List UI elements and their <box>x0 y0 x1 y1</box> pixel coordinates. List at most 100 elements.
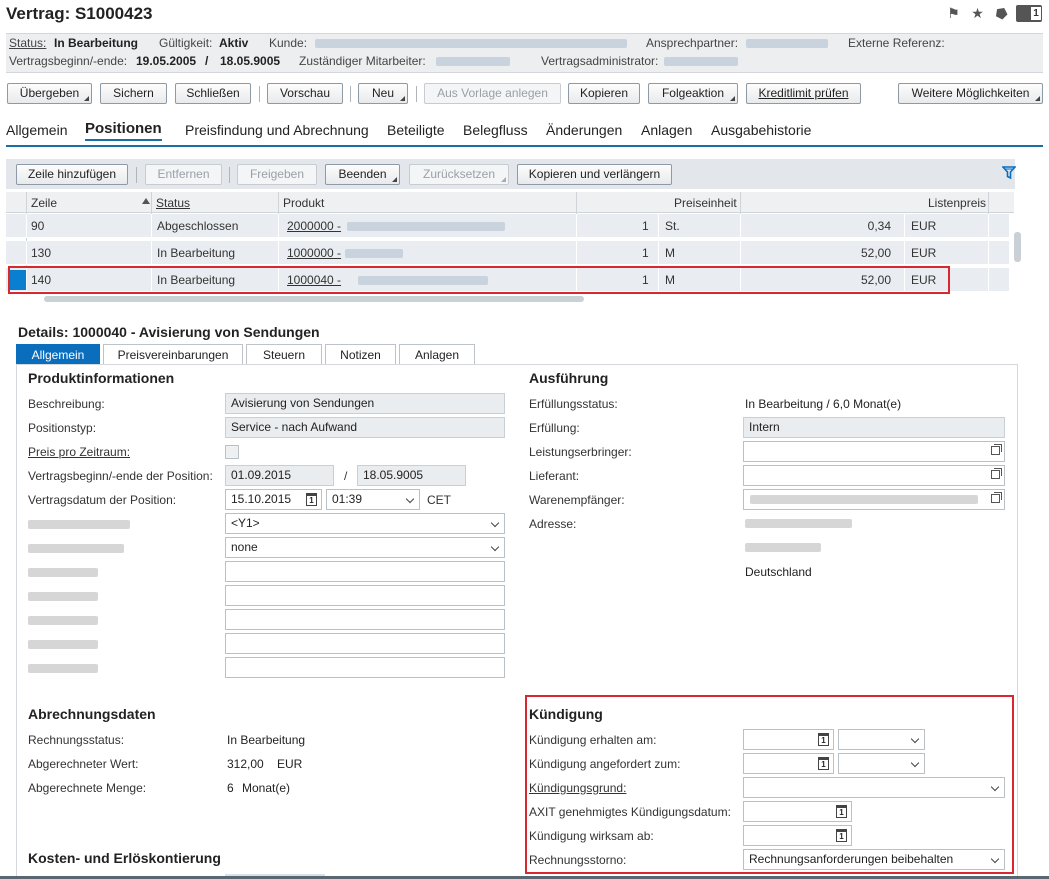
provider-field[interactable] <box>743 441 1005 462</box>
dtab-anlagen[interactable]: Anlagen <box>399 344 475 365</box>
provider-label: Leistungserbringer: <box>529 445 632 459</box>
effective-date-field[interactable]: 1 <box>743 825 852 846</box>
finish-button[interactable]: Beenden <box>325 164 400 185</box>
remove-button[interactable]: Entfernen <box>145 164 222 185</box>
dtab-allgemein[interactable]: Allgemein <box>16 344 100 365</box>
value-help-icon[interactable] <box>991 468 1002 479</box>
calendar-icon[interactable]: 1 <box>836 829 847 842</box>
chevron-down-icon <box>490 518 500 528</box>
layers-icon[interactable]: 1 <box>1016 5 1042 22</box>
follow-up-button[interactable]: Folgeaktion <box>648 83 738 104</box>
tab-positionen[interactable]: Positionen <box>85 120 162 141</box>
add-row-button[interactable]: Zeile hinzufügen <box>16 164 128 185</box>
col-produkt[interactable]: Produkt <box>283 193 324 213</box>
sort-asc-icon[interactable] <box>142 198 150 204</box>
cell-product[interactable]: 2000000 - <box>287 214 341 238</box>
new-label: Neu <box>371 86 394 100</box>
select1-value: <Y1> <box>231 516 260 530</box>
dtab-steuern[interactable]: Steuern <box>246 344 322 365</box>
requested-time-field[interactable] <box>838 753 925 774</box>
credit-limit-button[interactable]: Kreditlimit prüfen <box>746 83 861 104</box>
tab-beteiligte[interactable]: Beteiligte <box>387 122 445 138</box>
bill-value-label: Abgerechneter Wert: <box>28 757 139 771</box>
uebergeben-button[interactable]: Übergeben <box>7 83 92 104</box>
date-field[interactable]: 15.10.2015 1 <box>225 489 322 510</box>
bill-status-value: In Bearbeitung <box>227 733 306 747</box>
cell-product[interactable]: 1000000 - <box>287 241 341 265</box>
time-field[interactable]: 01:39 <box>326 489 420 510</box>
new-button[interactable]: Neu <box>358 83 408 104</box>
received-label: Kündigung erhalten am: <box>529 733 657 747</box>
validity-value: Aktiv <box>219 36 249 50</box>
received-date-field[interactable]: 1 <box>743 729 834 750</box>
col-divider <box>278 192 279 214</box>
select-field-1[interactable]: <Y1> <box>225 513 505 534</box>
chevron-down-icon <box>490 542 500 552</box>
release-button[interactable]: Freigeben <box>237 164 317 185</box>
flag-icon[interactable]: ⚑ <box>946 6 961 21</box>
contact-value <box>746 39 828 48</box>
preview-button[interactable]: Vorschau <box>267 83 343 104</box>
tag-icon[interactable]: ⬟ <box>991 3 1012 24</box>
text-field[interactable] <box>225 561 505 582</box>
col-preiseinheit[interactable]: Preiseinheit <box>674 193 737 213</box>
close-button[interactable]: Schließen <box>175 83 251 104</box>
fulfill-field: Intern <box>743 417 1005 438</box>
requested-date-field[interactable]: 1 <box>743 753 834 774</box>
section-produktinfo: Produktinformationen <box>28 370 175 386</box>
col-status[interactable]: Status <box>156 193 190 213</box>
dtab-preisvereinbarungen[interactable]: Preisvereinbarungen <box>103 344 243 365</box>
reason-select[interactable] <box>743 777 1005 798</box>
select-field-2[interactable]: none <box>225 537 505 558</box>
calendar-icon[interactable]: 1 <box>818 757 829 770</box>
text-field[interactable] <box>225 585 505 606</box>
address-line-2 <box>745 543 821 552</box>
bill-qty: 6 <box>227 781 234 795</box>
save-button[interactable]: Sichern <box>100 83 167 104</box>
tab-preisfindung[interactable]: Preisfindung und Abrechnung <box>185 122 369 138</box>
ppz-label[interactable]: Preis pro Zeitraum: <box>28 445 130 459</box>
vertical-scrollbar[interactable] <box>1014 232 1021 262</box>
dtab-notizen[interactable]: Notizen <box>325 344 396 365</box>
received-time-field[interactable] <box>838 729 925 750</box>
reset-button[interactable]: Zurücksetzen <box>409 164 509 185</box>
copy-button[interactable]: Kopieren <box>568 83 640 104</box>
storno-select[interactable]: Rechnungsanforderungen beibehalten <box>743 849 1005 870</box>
status-label[interactable]: Status: <box>9 36 46 50</box>
text-field[interactable] <box>225 633 505 654</box>
value-help-icon[interactable] <box>991 444 1002 455</box>
axit-date-field[interactable]: 1 <box>743 801 852 822</box>
filter-icon[interactable] <box>1002 166 1016 180</box>
text-field[interactable] <box>225 657 505 678</box>
tab-allgemein[interactable]: Allgemein <box>6 122 67 138</box>
col-zeile[interactable]: Zeile <box>31 193 57 213</box>
details-title: Details: 1000040 - Avisierung von Sendun… <box>18 324 320 340</box>
supplier-label: Lieferant: <box>529 469 580 483</box>
horizontal-scrollbar[interactable] <box>44 296 584 302</box>
table-row[interactable]: 90 Abgeschlossen 2000000 - 1 St. 0,34 EU… <box>6 214 1009 238</box>
tab-belegfluss[interactable]: Belegfluss <box>463 122 528 138</box>
ppz-checkbox[interactable] <box>225 445 239 459</box>
tab-ausgabehistorie[interactable]: Ausgabehistorie <box>711 122 811 138</box>
from-template-button[interactable]: Aus Vorlage anlegen <box>424 83 561 104</box>
section-kontierung: Kosten- und Erlöskontierung <box>28 850 221 866</box>
star-icon[interactable]: ★ <box>970 6 985 21</box>
copy-extend-button[interactable]: Kopieren und verlängern <box>517 164 672 185</box>
tab-aenderungen[interactable]: Änderungen <box>546 122 622 138</box>
customer-label: Kunde: <box>269 36 308 50</box>
tab-anlagen[interactable]: Anlagen <box>641 122 692 138</box>
select2-value: none <box>231 540 258 554</box>
value-help-icon[interactable] <box>991 492 1002 503</box>
type-label: Positionstyp: <box>28 421 97 435</box>
calendar-icon[interactable]: 1 <box>836 805 847 818</box>
calendar-icon[interactable]: 1 <box>818 733 829 746</box>
field-label <box>28 568 98 577</box>
table-row[interactable]: 130 In Bearbeitung 1000000 - 1 M 52,00 E… <box>6 241 1009 265</box>
supplier-field[interactable] <box>743 465 1005 486</box>
text-field[interactable] <box>225 609 505 630</box>
col-listenpreis[interactable]: Listenpreis <box>928 193 986 213</box>
calendar-icon[interactable]: 1 <box>306 493 317 506</box>
chevron-down-icon <box>990 782 1000 792</box>
reason-label[interactable]: Kündigungsgrund: <box>529 781 626 795</box>
more-options-button[interactable]: Weitere Möglichkeiten <box>898 83 1043 104</box>
